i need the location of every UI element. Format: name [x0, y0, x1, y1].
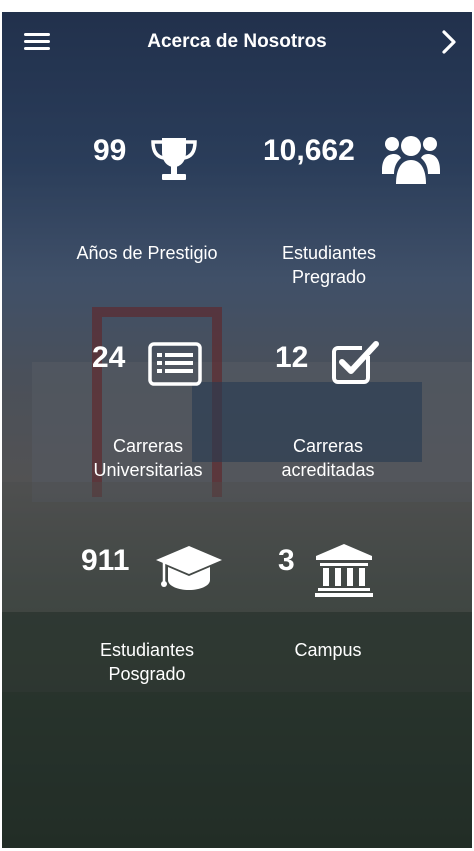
page-title: Acerca de Nosotros — [147, 31, 327, 52]
stat-label-line1: Carreras — [112, 436, 183, 456]
stat-label-line2: acreditadas — [281, 460, 375, 480]
trophy-icon — [151, 138, 197, 180]
stat-label-postgrad: Estudiantes Posgrado — [47, 638, 247, 686]
stat-label-line1: Campus — [294, 640, 362, 660]
stat-value-accredited: 12 — [275, 341, 309, 374]
users-icon — [382, 136, 440, 184]
stat-label-line2: Universitarias — [93, 460, 203, 480]
stat-label-line2: Posgrado — [108, 664, 186, 684]
stat-value-years: 99 — [93, 134, 127, 167]
stat-label-campus: Campus — [228, 638, 428, 662]
about-screen: Acerca de Nosotros 99 Años de Prestigio … — [2, 12, 472, 848]
top-bar: Acerca de Nosotros — [2, 12, 472, 70]
stat-label-line1: Carreras — [292, 436, 363, 456]
graduation-cap-icon — [156, 546, 222, 590]
stat-label-line1: Estudiantes — [281, 243, 377, 263]
stat-label-line2: Pregrado — [291, 267, 367, 287]
stat-value-undergrad: 10,662 — [263, 134, 355, 167]
checkbox-icon — [332, 341, 379, 384]
chevron-right-icon[interactable] — [440, 29, 458, 55]
stat-label-line1: Años de Prestigio — [76, 243, 218, 263]
institution-icon — [315, 544, 373, 597]
stat-label-undergrad: Estudiantes Pregrado — [229, 241, 429, 289]
stat-value-campus: 3 — [278, 544, 295, 577]
list-icon — [148, 342, 202, 386]
stat-label-careers: Carreras Universitarias — [48, 434, 248, 482]
stat-label-years: Años de Prestigio — [47, 241, 247, 265]
stat-label-line1: Estudiantes — [99, 640, 195, 660]
stat-label-accredited: Carreras acreditadas — [228, 434, 428, 482]
stat-value-careers: 24 — [92, 341, 126, 374]
stat-value-postgrad: 911 — [81, 544, 130, 577]
